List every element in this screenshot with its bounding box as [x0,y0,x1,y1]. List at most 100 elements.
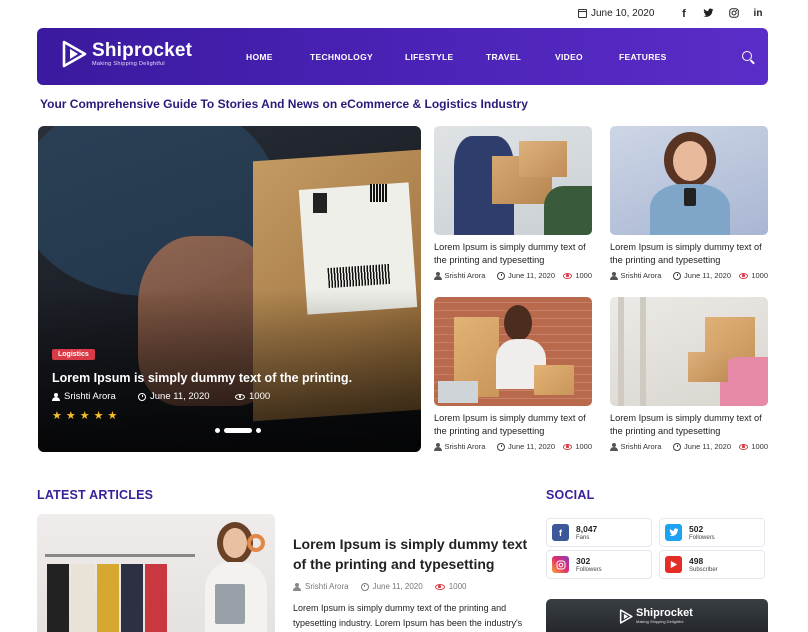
article-meta: Srishti Arora June 11, 2020 1000 [610,271,768,280]
author-icon [52,392,60,401]
star-icon: ★ [107,410,118,422]
article-views: 1000 [575,442,592,451]
promo-brand-name: Shiprocket [636,607,693,619]
facebook-stat[interactable]: f 8,047 Fans [546,518,652,547]
article-author: Srishti Arora [620,271,662,280]
social-heading: SOCIAL [546,488,595,502]
star-icon: ★ [65,410,76,422]
article-thumbnail[interactable] [610,126,768,235]
latest-article-meta: Srishti Arora June 11, 2020 1000 [293,582,467,591]
slider-dots [215,428,261,433]
linkedin-icon[interactable]: in [751,8,765,19]
slider-dot[interactable] [256,428,261,433]
category-badge[interactable]: Logistics [52,349,95,360]
article-date: June 11, 2020 [508,442,556,451]
eye-icon [434,583,445,590]
star-icon: ★ [79,410,90,422]
nav-travel[interactable]: TRAVEL [486,52,521,62]
brand-tagline: Making Shipping Delightful [92,61,165,67]
author-icon [610,442,618,451]
slider-dot-active[interactable] [224,428,252,433]
article-title[interactable]: Lorem Ipsum is simply dummy text of the … [434,412,592,437]
clock-icon [138,392,146,401]
nav-video[interactable]: VIDEO [555,52,583,62]
instagram-icon [552,556,569,573]
calendar-icon [578,9,587,18]
hero-views-count: 1000 [249,391,271,402]
article-card[interactable]: Lorem Ipsum is simply dummy text of the … [610,126,768,280]
article-thumbnail[interactable] [434,126,592,235]
youtube-count: 498 [689,555,704,566]
article-date: June 11, 2020 [684,271,732,280]
article-title[interactable]: Lorem Ipsum is simply dummy text of the … [434,241,592,266]
eye-icon [738,443,749,450]
instagram-stat[interactable]: 302 Followers [546,550,652,579]
promo-brand-tagline: Making Shipping Delightful [636,619,684,624]
latest-articles-heading: LATEST ARTICLES [37,488,154,502]
article-card[interactable]: Lorem Ipsum is simply dummy text of the … [610,297,768,451]
star-icon: ★ [52,410,62,422]
article-card[interactable]: Lorem Ipsum is simply dummy text of the … [434,297,592,451]
promo-banner[interactable]: Shiprocket Making Shipping Delightful [546,599,768,632]
article-meta: Srishti Arora June 11, 2020 1000 [610,442,768,451]
article-thumbnail[interactable] [610,297,768,406]
article-meta: Srishti Arora June 11, 2020 1000 [434,271,592,280]
latest-article-title[interactable]: Lorem Ipsum is simply dummy text of the … [293,534,533,574]
eye-icon [562,272,573,279]
brand-name: Shiprocket [92,40,193,61]
nav-technology[interactable]: TECHNOLOGY [310,52,373,62]
author-icon [434,271,442,280]
promo-logo: Shiprocket Making Shipping Delightful [619,608,693,624]
hero-author-name: Srishti Arora [64,391,116,402]
author-icon [610,271,618,280]
hero-views: 1000 [235,391,270,402]
article-meta: Srishti Arora June 11, 2020 1000 [434,442,592,451]
shiprocket-logo-icon [619,608,633,624]
top-bar: June 10, 2020 f in [0,6,808,26]
hero-date: June 11, 2020 [138,391,210,402]
article-views: 1000 [751,442,768,451]
eye-icon [235,393,245,400]
youtube-stat[interactable]: 498 Subscriber [659,550,765,579]
hero-slider[interactable]: Logistics Lorem Ipsum is simply dummy te… [38,126,421,452]
shiprocket-logo-icon [61,40,87,68]
hero-title[interactable]: Lorem Ipsum is simply dummy text of the … [52,371,352,385]
article-date: June 11, 2020 [508,271,556,280]
rating-stars: ★ ★ ★ ★ ★ [52,411,117,422]
facebook-icon: f [552,524,569,541]
author-icon [293,582,301,591]
twitter-stat[interactable]: 502 Followers [659,518,765,547]
facebook-icon[interactable]: f [677,8,691,20]
article-author: Srishti Arora [444,271,486,280]
twitter-label: Followers [689,534,715,541]
article-title[interactable]: Lorem Ipsum is simply dummy text of the … [610,412,768,437]
search-icon[interactable] [742,51,752,61]
article-title[interactable]: Lorem Ipsum is simply dummy text of the … [610,241,768,266]
nav-home[interactable]: HOME [246,52,273,62]
latest-views: 1000 [448,582,467,591]
latest-article-excerpt: Lorem Ipsum is simply dummy text of the … [293,603,523,628]
hero-author: Srishti Arora [52,391,116,402]
clock-icon [360,582,369,591]
instagram-icon[interactable] [727,8,741,21]
clock-icon [497,271,506,280]
article-views: 1000 [575,271,592,280]
slider-dot[interactable] [215,428,220,433]
brand-logo[interactable]: Shiprocket Making Shipping Delightful [61,40,192,68]
eye-icon [562,443,573,450]
eye-icon [738,272,749,279]
article-thumbnail[interactable] [434,297,592,406]
nav-features[interactable]: FEATURES [619,52,667,62]
nav-lifestyle[interactable]: LIFESTYLE [405,52,454,62]
latest-author: Srishti Arora [305,582,349,591]
clock-icon [673,442,682,451]
main-navigation: Shiprocket Making Shipping Delightful HO… [37,28,768,85]
latest-article-thumbnail[interactable] [37,514,275,632]
current-date-text: June 10, 2020 [591,8,655,19]
twitter-icon[interactable] [701,8,715,21]
page-tagline: Your Comprehensive Guide To Stories And … [40,97,528,111]
hero-date-text: June 11, 2020 [150,391,210,402]
twitter-count: 502 [689,523,704,534]
article-card[interactable]: Lorem Ipsum is simply dummy text of the … [434,126,592,280]
twitter-icon [665,524,682,541]
